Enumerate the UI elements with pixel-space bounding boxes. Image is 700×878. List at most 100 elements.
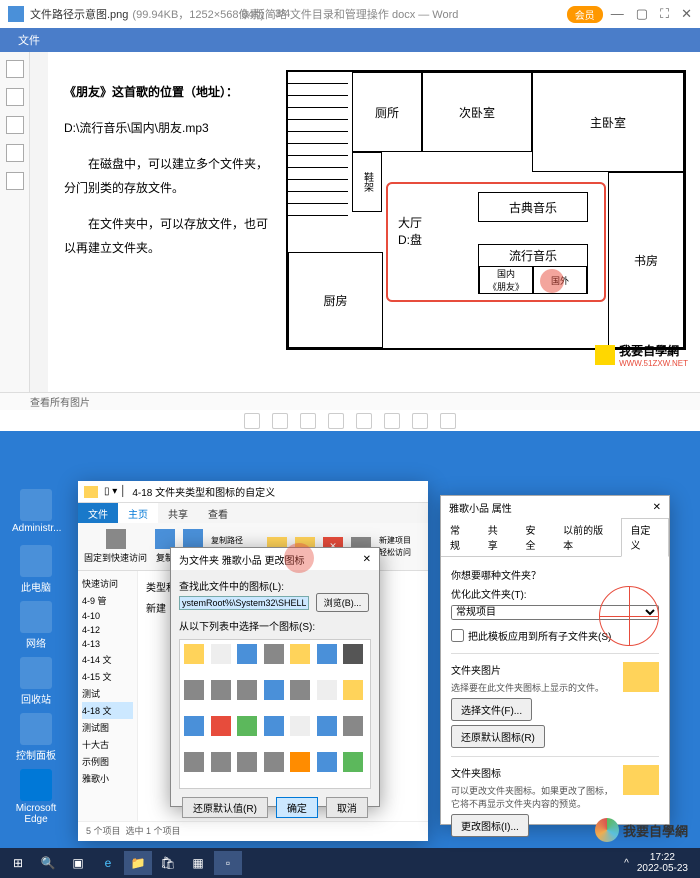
explorer-tree[interactable]: 快速访问 4-9 管 4-10 4-12 4-13 4-14 文 4-15 文 … — [78, 571, 138, 821]
select-file-button[interactable]: 选择文件(F)... — [451, 698, 532, 721]
fit-icon[interactable] — [384, 413, 400, 429]
close-icon[interactable]: ✕ — [681, 6, 692, 22]
tree-item[interactable]: 示例图 — [82, 753, 133, 770]
tree-item-selected[interactable]: 4-18 文 — [82, 702, 133, 719]
icon-option[interactable] — [317, 752, 337, 772]
close-icon[interactable]: ✕ — [363, 554, 371, 565]
app-icon[interactable]: ▫ — [214, 851, 242, 875]
icon-option[interactable] — [237, 752, 257, 772]
icon-option[interactable] — [343, 644, 363, 664]
tree-item[interactable]: 4-12 — [82, 623, 133, 637]
nav-icon[interactable] — [244, 413, 260, 429]
icon-option[interactable] — [343, 680, 363, 700]
desktop-icon-control[interactable]: 控制面板 — [12, 713, 60, 762]
search-icon[interactable]: 🔍 — [34, 851, 62, 875]
ok-button[interactable]: 确定 — [276, 797, 318, 818]
vertical-ruler — [30, 52, 48, 392]
icon-option[interactable] — [290, 752, 310, 772]
tab-share[interactable]: 共享 — [158, 503, 198, 523]
icon-option[interactable] — [290, 716, 310, 736]
change-icon-button[interactable]: 更改图标(I)... — [451, 814, 529, 837]
icon-option[interactable] — [211, 752, 231, 772]
rotate-icon[interactable] — [300, 413, 316, 429]
tab-home[interactable]: 主页 — [118, 503, 158, 523]
tab-share[interactable]: 共享 — [479, 518, 517, 556]
fullscreen-icon[interactable]: ⛶ — [660, 6, 669, 22]
tool-icon[interactable] — [6, 172, 24, 190]
icon-grid[interactable] — [179, 639, 371, 789]
tab-custom[interactable]: 自定义 — [621, 518, 669, 557]
tool-icon[interactable] — [6, 144, 24, 162]
tree-quick-access[interactable]: 快速访问 — [82, 575, 133, 592]
desktop-icon-admin[interactable]: Administr... — [12, 489, 60, 534]
tree-item[interactable]: 4-15 文 — [82, 668, 133, 685]
icon-option[interactable] — [317, 680, 337, 700]
file-tab[interactable]: 文件 — [8, 29, 50, 51]
tool-icon[interactable] — [6, 60, 24, 78]
tab-security[interactable]: 安全 — [516, 518, 554, 556]
icon-option[interactable] — [211, 680, 231, 700]
restore-defaults-button[interactable]: 还原默认值(R) — [182, 797, 268, 818]
pin-button[interactable]: 固定到快速访问 — [84, 529, 147, 564]
tree-item[interactable]: 4-9 管 — [82, 592, 133, 609]
desktop-icon-recycle[interactable]: 回收站 — [12, 657, 60, 706]
close-icon[interactable]: ✕ — [653, 502, 661, 513]
icon-option[interactable] — [184, 680, 204, 700]
icon-option[interactable] — [237, 716, 257, 736]
tree-item[interactable]: 4-13 — [82, 637, 133, 651]
tree-item[interactable]: 十大古 — [82, 736, 133, 753]
minimize-icon[interactable]: — — [611, 6, 624, 22]
tree-item[interactable]: 测试 — [82, 685, 133, 702]
delete-icon[interactable] — [440, 413, 456, 429]
tab-previous[interactable]: 以前的版本 — [554, 518, 621, 556]
icon-option[interactable] — [343, 752, 363, 772]
icon-option[interactable] — [264, 752, 284, 772]
icon-option[interactable] — [184, 716, 204, 736]
icon-option[interactable] — [264, 680, 284, 700]
tab-view[interactable]: 查看 — [198, 503, 238, 523]
store-icon[interactable]: 🛍 — [154, 851, 182, 875]
edge-icon[interactable]: e — [94, 851, 122, 875]
maximize-icon[interactable]: ▢ — [636, 6, 648, 22]
task-view-icon[interactable]: ▣ — [64, 851, 92, 875]
tab-file[interactable]: 文件 — [78, 503, 118, 523]
icon-option[interactable] — [211, 716, 231, 736]
icon-option[interactable] — [290, 644, 310, 664]
icon-option[interactable] — [237, 680, 257, 700]
icon-option[interactable] — [290, 680, 310, 700]
explorer-icon[interactable]: 📁 — [124, 851, 152, 875]
vip-badge[interactable]: 会员 — [567, 6, 603, 23]
icon-path-input[interactable] — [179, 596, 309, 610]
icon-option[interactable] — [237, 644, 257, 664]
desktop-icon-edge[interactable]: Microsoft Edge — [12, 769, 60, 825]
tab-general[interactable]: 常规 — [441, 518, 479, 556]
system-tray[interactable]: ^ 17:22 2022-05-23 — [624, 852, 696, 874]
tool-icon[interactable] — [6, 116, 24, 134]
icon-option[interactable] — [317, 716, 337, 736]
tree-item[interactable]: 4-10 — [82, 609, 133, 623]
tree-item[interactable]: 测试图 — [82, 719, 133, 736]
zoom-in-icon[interactable] — [356, 413, 372, 429]
start-button[interactable]: ⊞ — [4, 851, 32, 875]
icon-option[interactable] — [264, 644, 284, 664]
icon-option[interactable] — [184, 644, 204, 664]
icon-option[interactable] — [184, 752, 204, 772]
tool-icon[interactable] — [6, 88, 24, 106]
nav-icon[interactable] — [272, 413, 288, 429]
zoom-out-icon[interactable] — [328, 413, 344, 429]
icon-option[interactable] — [264, 716, 284, 736]
desktop-icon-network[interactable]: 网络 — [12, 601, 60, 650]
icon-option[interactable] — [343, 716, 363, 736]
icon-option[interactable] — [211, 644, 231, 664]
cancel-button[interactable]: 取消 — [326, 797, 368, 818]
desktop-icon-pc[interactable]: 此电脑 — [12, 545, 60, 594]
tray-chevron-icon[interactable]: ^ — [624, 858, 629, 869]
vm-icon[interactable]: ▦ — [184, 851, 212, 875]
browse-button[interactable]: 浏览(B)... — [316, 593, 370, 612]
actual-size-icon[interactable] — [412, 413, 428, 429]
icon-option[interactable] — [317, 644, 337, 664]
tree-item[interactable]: 雅歌小 — [82, 770, 133, 787]
restore-default-icon-button[interactable]: 还原默认图标(R) — [451, 725, 545, 748]
apply-subfolders-checkbox[interactable] — [451, 629, 464, 642]
tree-item[interactable]: 4-14 文 — [82, 651, 133, 668]
